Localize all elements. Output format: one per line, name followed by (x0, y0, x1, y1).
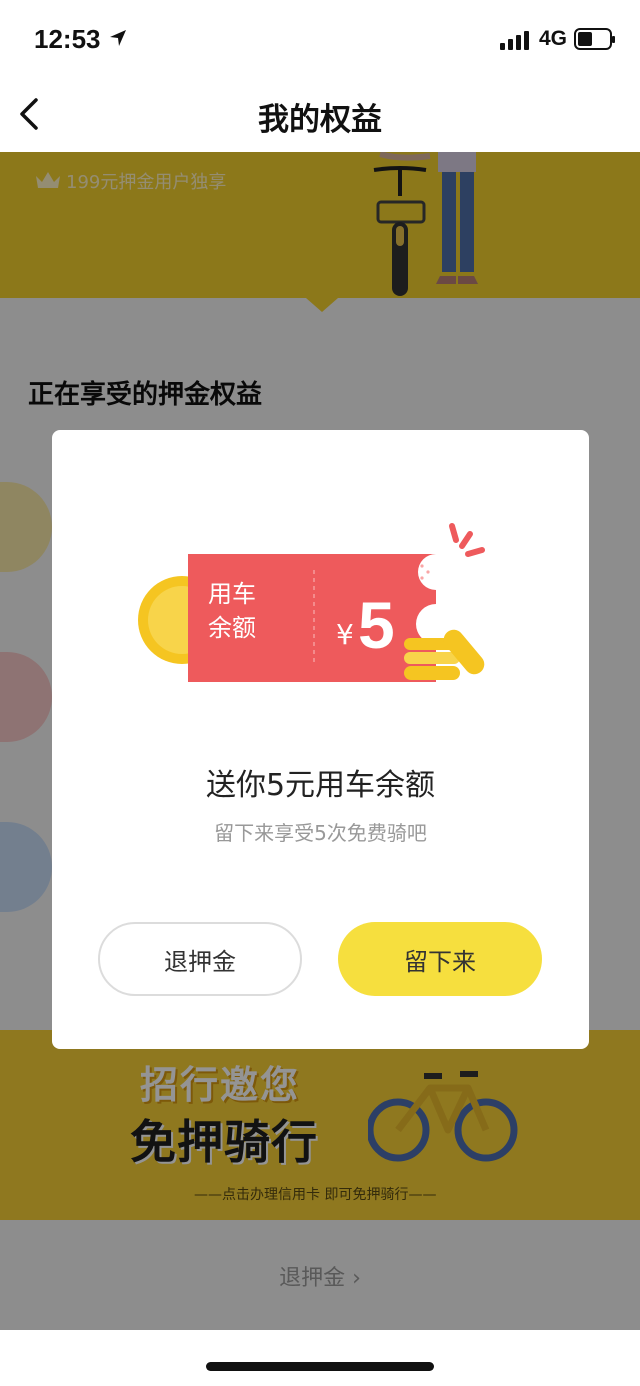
refund-deposit-button[interactable]: 退押金 (98, 922, 302, 996)
status-time: 12:53 (34, 24, 101, 54)
coupon-label-line2: 余额 (208, 614, 256, 642)
network-label: 4G (539, 27, 568, 50)
retention-dialog: 用车 余额 ¥ 5 送你5元用车余额 留下来享受5次免费骑吧 退押金 留下来 (52, 430, 589, 1049)
signal-icon (500, 31, 529, 50)
home-indicator-area (0, 1330, 640, 1386)
battery-icon (574, 28, 615, 50)
coupon-illustration: 用车 余额 ¥ 5 (138, 523, 485, 682)
coupon-amount: 5 (358, 588, 395, 662)
status-bar: 12:53 4G (0, 0, 640, 80)
page-title: 我的权益 (258, 102, 382, 138)
stay-button[interactable]: 留下来 (338, 922, 542, 996)
page: 12:53 4G 我的权益 199元押金用户独享 正在享受的押金权益 招行邀您 … (0, 0, 640, 1386)
dialog-title: 送你5元用车余额 (205, 768, 436, 803)
dialog-subtitle: 留下来享受5次免费骑吧 (214, 821, 427, 845)
coupon-label-line1: 用车 (208, 580, 256, 608)
location-arrow-icon (110, 30, 126, 46)
coupon-currency: ¥ (336, 618, 354, 651)
nav-bar: 我的权益 (0, 80, 640, 152)
home-indicator[interactable] (206, 1362, 434, 1371)
